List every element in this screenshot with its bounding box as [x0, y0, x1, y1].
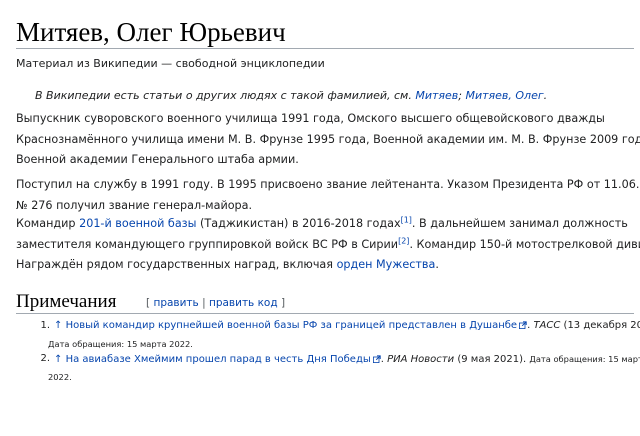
section-divider — [16, 313, 634, 314]
text: (Таджикистан) в 2016-2018 годах — [200, 217, 401, 230]
reference-link[interactable]: Новый командир крупнейшей военной базы Р… — [66, 320, 518, 331]
text: . В дальнейшем занимал должность — [411, 217, 628, 230]
reference-item-1: 1. ↑ Новый командир крупнейшей военной б… — [16, 317, 640, 353]
link-order-of-courage[interactable]: орден Мужества — [337, 258, 436, 271]
paragraph-education: Выпускник суворовского военного училища … — [16, 109, 640, 171]
paragraph-line: Военной академии Генерального штаба арми… — [16, 153, 299, 166]
page-title: Митяев, Олег Юрьевич — [16, 17, 286, 47]
backlink-caret[interactable]: ↑ — [54, 320, 62, 331]
reference-number: 1. — [40, 320, 50, 331]
hatnote-text: В Википедии есть статьи о других людях с… — [35, 89, 412, 102]
reference-link[interactable]: На авиабазе Хмеймим прошел парад в честь… — [66, 354, 371, 365]
site-subtitle: Материал из Википедии — свободной энцикл… — [16, 57, 325, 70]
ref-link-2[interactable]: [2] — [398, 236, 409, 245]
text: Награждён рядом государственных наград, … — [16, 258, 334, 271]
reference-body: ↑ Новый командир крупнейшей военной базы… — [54, 317, 640, 335]
reference-date: (13 декабря 2016). — [563, 320, 640, 331]
external-link-icon — [372, 355, 381, 363]
text: заместителя командующего группировкой во… — [16, 237, 399, 251]
section-heading-notes: Примечания — [16, 291, 117, 312]
paragraph-command: Командир 201-й военной базы (Таджикистан… — [16, 214, 640, 276]
title-divider — [16, 48, 634, 49]
hatnote-end: . — [543, 89, 548, 102]
paragraph-line: Награждён рядом государственных наград, … — [16, 258, 439, 271]
section-edit-links: [ править | править код ] — [146, 297, 285, 309]
reference-date: (9 мая 2021). — [457, 354, 527, 365]
reference-accessed-cont: 2022. — [48, 372, 72, 382]
reference-accessed: Дата обращения: 15 марта — [529, 354, 640, 364]
paragraph-line: заместителя командующего группировкой во… — [16, 236, 640, 251]
reference-item-2: 2. ↑ На авиабазе Хмеймим прошел парад в … — [16, 350, 640, 386]
edit-section-link[interactable]: править — [153, 297, 198, 309]
ref-link-1[interactable]: [1] — [401, 215, 412, 224]
link-201-base[interactable]: 201-й военной базы — [79, 217, 196, 230]
paragraph-line: № 276 получил звание генерал-майора. — [16, 198, 253, 212]
backlink-caret[interactable]: ↑ — [54, 354, 62, 365]
paragraph-line: Командир 201-й военной базы (Таджикистан… — [16, 215, 628, 230]
paragraph-line: Поступил на службу в 1991 году. В 1995 п… — [16, 178, 640, 191]
reference-source: РИА Новости — [387, 354, 455, 365]
hatnote-link-mityaev-oleg[interactable]: Митяев, Олег — [465, 89, 543, 102]
hatnote-link-mityaev[interactable]: Митяев — [415, 89, 458, 102]
hatnote: В Википедии есть статьи о других людях с… — [35, 89, 547, 103]
external-link-icon — [519, 321, 527, 329]
reference-body: ↑ На авиабазе Хмеймим прошел парад в чес… — [54, 350, 640, 369]
text: Командир — [16, 217, 76, 230]
paragraph-line: Выпускник суворовского военного училища … — [16, 112, 605, 125]
reference-source: ТАСС — [533, 320, 561, 331]
edit-source-link[interactable]: править код — [209, 297, 278, 309]
paragraph-service: Поступил на службу в 1991 году. В 1995 п… — [16, 175, 640, 216]
reference-number: 2. — [40, 353, 50, 364]
text: . — [435, 258, 439, 271]
bracket: ] — [280, 297, 286, 309]
hatnote-separator: ; — [458, 89, 462, 102]
divider: | — [202, 297, 206, 309]
bracket: [ — [146, 297, 151, 309]
paragraph-line: Краснознамённого училища имени М. В. Фру… — [16, 132, 640, 146]
text: . Командир 150-й мотострелковой дивизии. — [409, 237, 640, 251]
